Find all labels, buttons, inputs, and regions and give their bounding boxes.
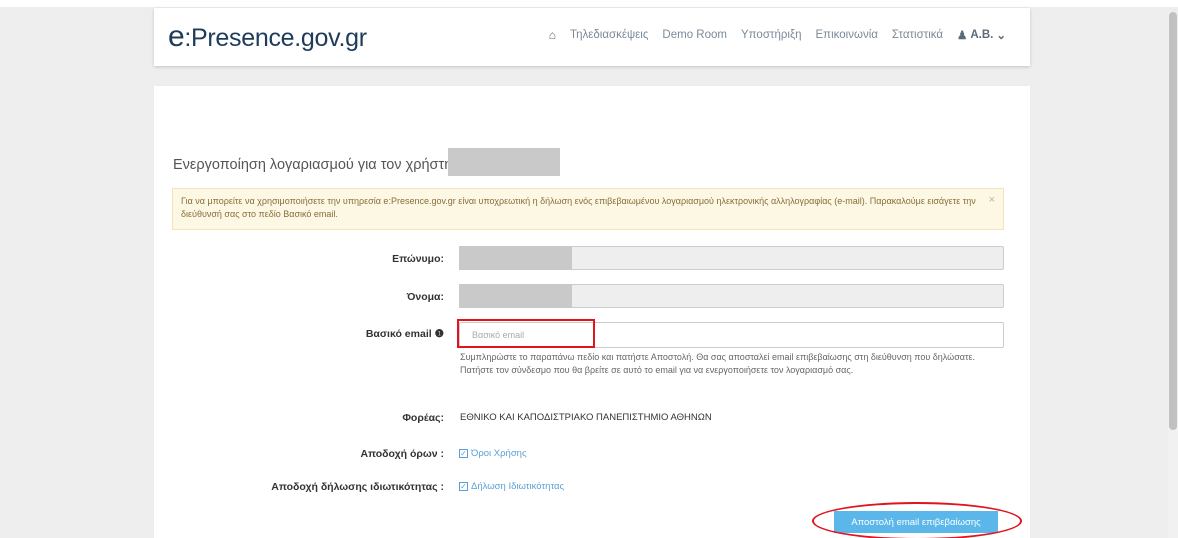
name-label: Όνομα: <box>406 291 444 303</box>
redacted-surname <box>459 246 572 270</box>
redacted-username <box>448 148 560 176</box>
nav-item-teleconferences[interactable]: Τηλεδιασκέψεις <box>570 29 648 41</box>
scrollbar-thumb[interactable] <box>1169 12 1177 430</box>
org-label: Φορέας: <box>402 412 444 424</box>
terms-label: Αποδοχή όρων : <box>360 448 444 460</box>
page-title: Ενεργοποίηση λογαριασμού για τον χρήστη: <box>173 157 457 173</box>
user-menu[interactable]: ♟ A.B. ⌄ <box>957 28 1006 42</box>
nav-menu: ⌂ Τηλεδιασκέψεις Demo Room Υποστήριξη Επ… <box>549 28 1006 42</box>
privacy-link[interactable]: ✓ Δήλωση Ιδιωτικότητας <box>459 481 564 492</box>
navbar: e:Presence.gov.gr ⌂ Τηλεδιασκέψεις Demo … <box>154 8 1030 66</box>
terms-link[interactable]: ✓ Όροι Χρήσης <box>459 448 527 459</box>
user-name: A.B. <box>970 29 994 41</box>
activation-panel: Ενεργοποίηση λογαριασμού για τον χρήστη:… <box>154 86 1030 538</box>
email-help-text: Συμπληρώστε το παραπάνω πεδίο και πατήστ… <box>460 352 976 375</box>
warning-alert: Για να μπορείτε να χρησιμοποιήσετε την υ… <box>172 188 1004 230</box>
browser-top-strip <box>0 0 1178 7</box>
home-icon[interactable]: ⌂ <box>549 28 556 42</box>
redacted-name <box>459 284 572 308</box>
email-label: Βασικό email ❶ <box>365 328 444 340</box>
email-input[interactable] <box>459 322 1004 348</box>
nav-item-contact[interactable]: Επικοινωνία <box>816 29 878 41</box>
nav-item-demo-room[interactable]: Demo Room <box>662 29 727 41</box>
privacy-label: Αποδοχή δήλωσης ιδιωτικότητας : <box>271 481 444 493</box>
info-icon[interactable]: ❶ <box>435 328 444 340</box>
brand-logo[interactable]: e:Presence.gov.gr <box>168 20 367 54</box>
checkbox-checked-icon[interactable]: ✓ <box>459 482 468 491</box>
page: e:Presence.gov.gr ⌂ Τηλεδιασκέψεις Demo … <box>0 0 1178 538</box>
scrollbar[interactable] <box>1168 12 1178 538</box>
checkbox-checked-icon[interactable]: ✓ <box>459 449 468 458</box>
org-value: ΕΘΝΙΚΟ ΚΑΙ ΚΑΠΟΔΙΣΤΡΙΑΚΟ ΠΑΝΕΠΙΣΤΗΜΙΟ ΑΘ… <box>460 412 712 423</box>
close-icon[interactable]: × <box>989 194 995 207</box>
surname-label: Επώνυμο: <box>392 253 444 265</box>
nav-item-support[interactable]: Υποστήριξη <box>741 29 802 41</box>
send-confirmation-email-button[interactable]: Αποστολή email επιβεβαίωσης <box>834 511 998 533</box>
chevron-down-icon: ⌄ <box>996 30 1006 42</box>
user-icon: ♟ <box>957 30 968 42</box>
alert-text: Για να μπορείτε να χρησιμοποιήσετε την υ… <box>181 196 976 219</box>
nav-item-statistics[interactable]: Στατιστικά <box>892 29 943 41</box>
